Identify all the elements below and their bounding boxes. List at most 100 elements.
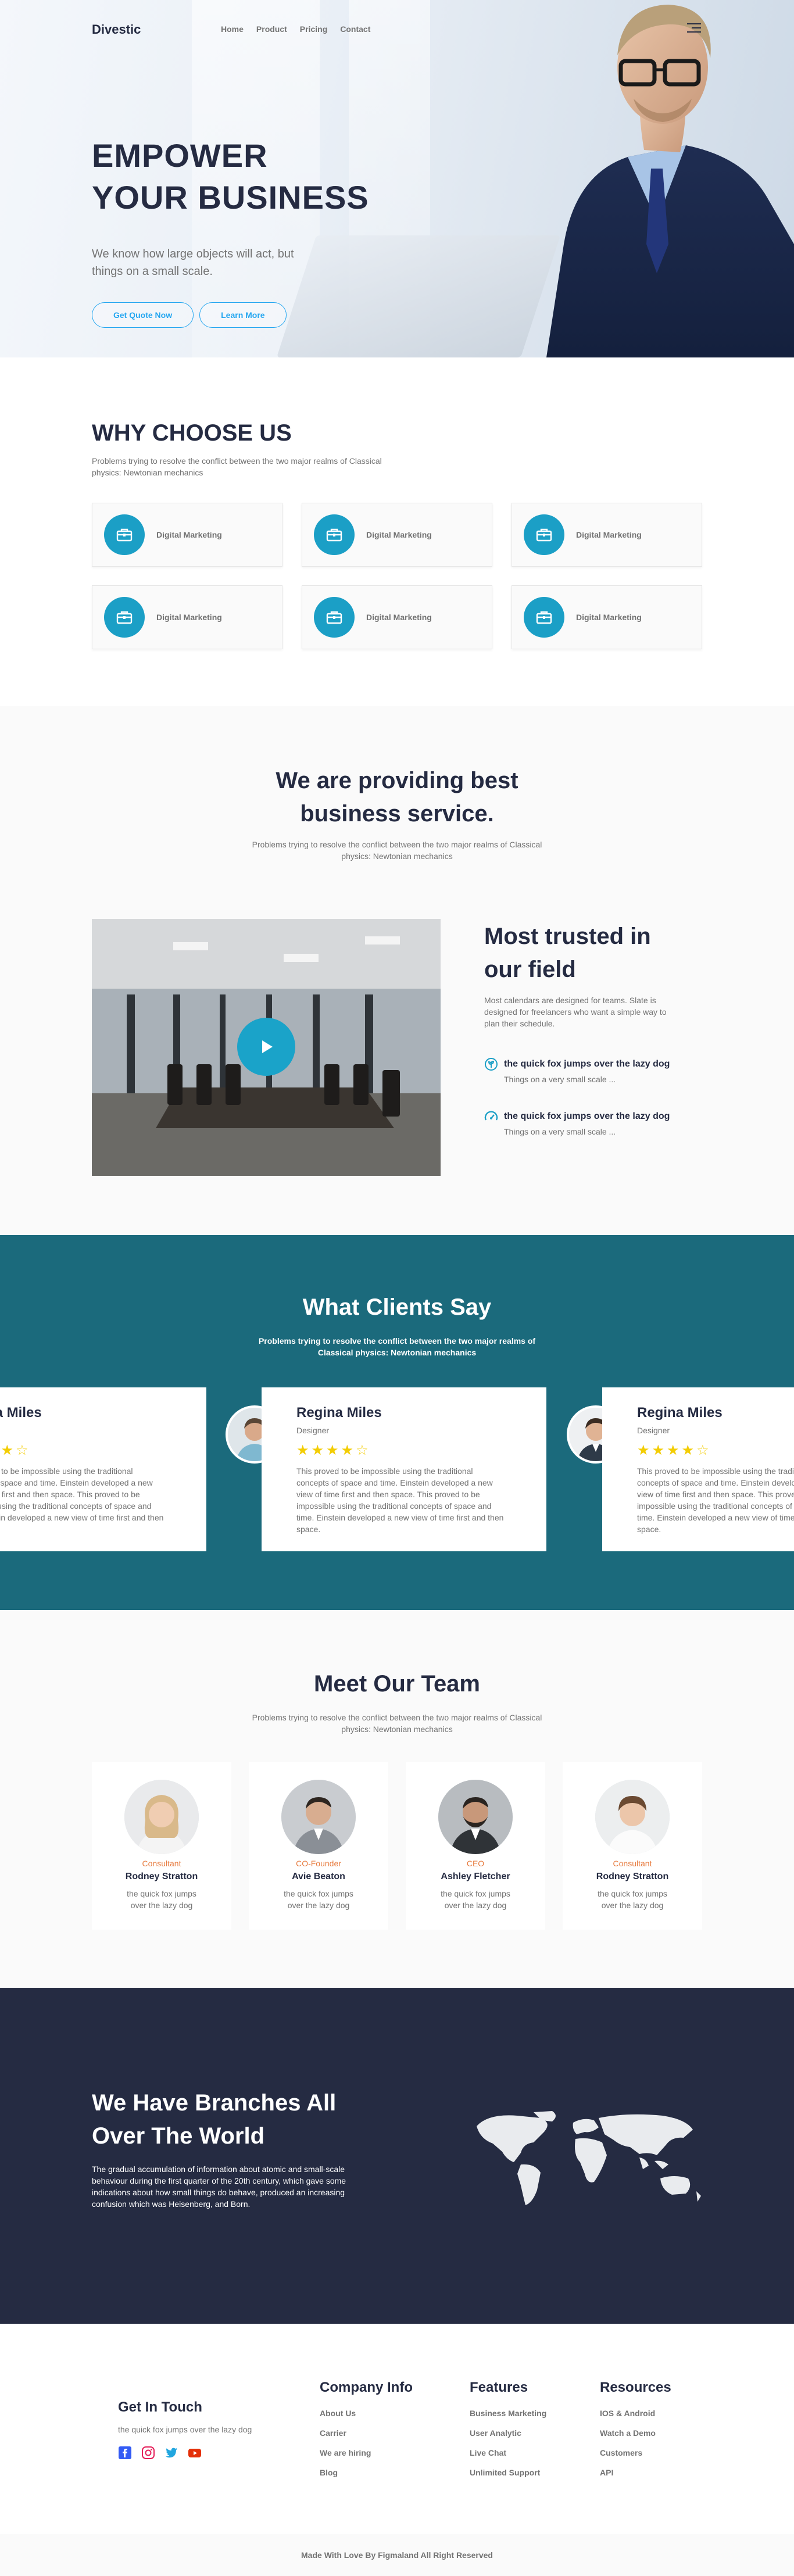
footer-link[interactable]: API bbox=[600, 2467, 671, 2478]
footer-link[interactable]: Business Marketing bbox=[470, 2407, 546, 2419]
service-card[interactable]: Digital Marketing bbox=[512, 503, 702, 567]
service-label: Digital Marketing bbox=[156, 613, 222, 622]
footer-link[interactable]: Carrier bbox=[320, 2427, 413, 2439]
member-role: CO-Founder bbox=[296, 1859, 341, 1868]
member-role: Consultant bbox=[142, 1859, 181, 1868]
trust-title-line1: Most trusted in bbox=[484, 924, 651, 949]
testimonial-name: Regina Miles bbox=[637, 1405, 723, 1421]
brand-logo[interactable]: Divestic bbox=[92, 22, 141, 37]
copyright-bar: Made With Love By Figmaland All Right Re… bbox=[0, 2534, 794, 2576]
trust-block: Most trusted in our field Most calendars… bbox=[484, 920, 693, 1137]
nav-link-contact[interactable]: Contact bbox=[340, 24, 370, 34]
footer-link[interactable]: Blog bbox=[320, 2467, 413, 2478]
team-member-card[interactable]: Consultant Rodney Stratton the quick fox… bbox=[563, 1762, 702, 1930]
member-desc: the quick fox jumps over the lazy dog bbox=[441, 1889, 510, 1910]
branches-title-line2: Over The World bbox=[92, 2123, 265, 2149]
service-label: Digital Marketing bbox=[366, 613, 432, 622]
play-button[interactable] bbox=[237, 1018, 295, 1076]
footer-link[interactable]: We are hiring bbox=[320, 2447, 413, 2459]
feature-title: the quick fox jumps over the lazy dog bbox=[504, 1059, 670, 1069]
learn-more-button[interactable]: Learn More bbox=[199, 302, 287, 328]
youtube-icon[interactable] bbox=[188, 2446, 202, 2460]
branches-text: The gradual accumulation of information … bbox=[92, 2164, 346, 2209]
footer-link[interactable]: IOS & Android bbox=[600, 2407, 671, 2419]
nav-link-product[interactable]: Product bbox=[256, 24, 287, 34]
footer-link[interactable]: Watch a Demo bbox=[600, 2427, 671, 2439]
footer-link[interactable]: Live Chat bbox=[470, 2447, 546, 2459]
service-label: Digital Marketing bbox=[576, 530, 642, 539]
member-photo bbox=[595, 1780, 670, 1854]
testimonial-card[interactable]: Regina Miles Designer ★★★★☆ This proved … bbox=[262, 1387, 546, 1551]
nav-link-pricing[interactable]: Pricing bbox=[300, 24, 327, 34]
testimonial-name: Regina Miles bbox=[296, 1405, 382, 1421]
member-name: Avie Beaton bbox=[292, 1872, 345, 1881]
hero-title-line1: EMPOWER bbox=[92, 137, 268, 174]
footer-column-features: Features Business Marketing User Analyti… bbox=[470, 2380, 546, 2486]
service-label: Digital Marketing bbox=[576, 613, 642, 622]
facebook-icon[interactable] bbox=[118, 2446, 132, 2460]
instagram-icon[interactable] bbox=[141, 2446, 155, 2460]
sprout-icon bbox=[484, 1057, 504, 1085]
twitter-icon[interactable] bbox=[164, 2446, 178, 2460]
testimonials-subtitle: Problems trying to resolve the conflict … bbox=[258, 1336, 536, 1357]
footer-link[interactable]: Customers bbox=[600, 2447, 671, 2459]
team-subtitle: Problems trying to resolve the conflict … bbox=[252, 1713, 542, 1734]
feature-desc: Things on a very small scale ... bbox=[504, 1127, 616, 1136]
testimonial-text: This proved to be impossible using the t… bbox=[296, 1466, 504, 1534]
member-role: Consultant bbox=[613, 1859, 652, 1868]
why-title: WHY CHOOSE US bbox=[92, 420, 292, 446]
top-navigation: Divestic Home Product Pricing Contact bbox=[0, 0, 794, 58]
member-photo bbox=[438, 1780, 513, 1854]
testimonial-text: This proved to be impossible using the t… bbox=[0, 1466, 164, 1522]
footer-tagline: the quick fox jumps over the lazy dog bbox=[118, 2425, 252, 2434]
member-photo bbox=[124, 1780, 199, 1854]
service-card[interactable]: Digital Marketing bbox=[92, 585, 282, 649]
team-member-card[interactable]: CEO Ashley Fletcher the quick fox jumps … bbox=[406, 1762, 545, 1930]
footer-link[interactable]: About Us bbox=[320, 2407, 413, 2419]
member-name: Rodney Stratton bbox=[125, 1872, 198, 1881]
trust-title-line2: our field bbox=[484, 957, 576, 982]
services-grid: Digital Marketing Digital Marketing Digi… bbox=[92, 503, 702, 649]
get-in-touch-title: Get In Touch bbox=[118, 2399, 202, 2415]
world-map-image bbox=[477, 2111, 701, 2205]
star-rating: ★★★★☆ bbox=[296, 1443, 371, 1458]
trust-title: Most trusted in our field bbox=[484, 920, 693, 986]
hamburger-menu-icon[interactable] bbox=[687, 23, 701, 33]
hero-title-line2: YOUR BUSINESS bbox=[92, 179, 369, 216]
member-role: CEO bbox=[466, 1859, 485, 1868]
get-quote-button[interactable]: Get Quote Now bbox=[92, 302, 194, 328]
briefcase-icon bbox=[524, 597, 564, 638]
briefcase-icon bbox=[314, 514, 355, 555]
testimonial-text: This proved to be impossible using the t… bbox=[637, 1466, 794, 1534]
footer: Get In Touch the quick fox jumps over th… bbox=[0, 2324, 794, 2536]
nav-link-home[interactable]: Home bbox=[221, 24, 244, 34]
footer-column-resources: Resources IOS & Android Watch a Demo Cus… bbox=[600, 2380, 671, 2486]
feature-title: the quick fox jumps over the lazy dog bbox=[504, 1111, 670, 1121]
testimonial-role: Designer bbox=[296, 1426, 330, 1435]
team-member-card[interactable]: CO-Founder Avie Beaton the quick fox jum… bbox=[249, 1762, 388, 1930]
service-card[interactable]: Digital Marketing bbox=[512, 585, 702, 649]
social-links bbox=[118, 2446, 252, 2460]
service-card[interactable]: Digital Marketing bbox=[302, 503, 492, 567]
service-label: Digital Marketing bbox=[366, 530, 432, 539]
testimonial-name: Regina Miles bbox=[0, 1405, 42, 1421]
providing-title-line1: We are providing best bbox=[276, 768, 518, 793]
testimonial-card[interactable]: Regina Miles Designer ★★★★☆ This proved … bbox=[602, 1387, 794, 1551]
team-member-card[interactable]: Consultant Rodney Stratton the quick fox… bbox=[92, 1762, 231, 1930]
why-choose-us-section: WHY CHOOSE US Problems trying to resolve… bbox=[0, 357, 794, 706]
footer-link[interactable]: Unlimited Support bbox=[470, 2467, 546, 2478]
providing-title: We are providing best business service. bbox=[0, 764, 794, 831]
providing-title-line2: business service. bbox=[300, 801, 494, 827]
branches-title: We Have Branches All Over The World bbox=[92, 2087, 394, 2153]
nav-menu: Home Product Pricing Contact bbox=[221, 24, 370, 34]
testimonials-title: What Clients Say bbox=[302, 1294, 492, 1320]
testimonial-card[interactable]: Regina Miles Designer ★★★★☆ This proved … bbox=[0, 1387, 206, 1551]
service-card[interactable]: Digital Marketing bbox=[92, 503, 282, 567]
footer-link[interactable]: User Analytic bbox=[470, 2427, 546, 2439]
testimonials-section: What Clients Say Problems trying to reso… bbox=[0, 1235, 794, 1610]
service-card[interactable]: Digital Marketing bbox=[302, 585, 492, 649]
gauge-icon bbox=[484, 1110, 504, 1137]
video-player[interactable] bbox=[92, 919, 441, 1176]
feature-desc: Things on a very small scale ... bbox=[504, 1075, 616, 1084]
branches-section: We Have Branches All Over The World The … bbox=[0, 1988, 794, 2324]
